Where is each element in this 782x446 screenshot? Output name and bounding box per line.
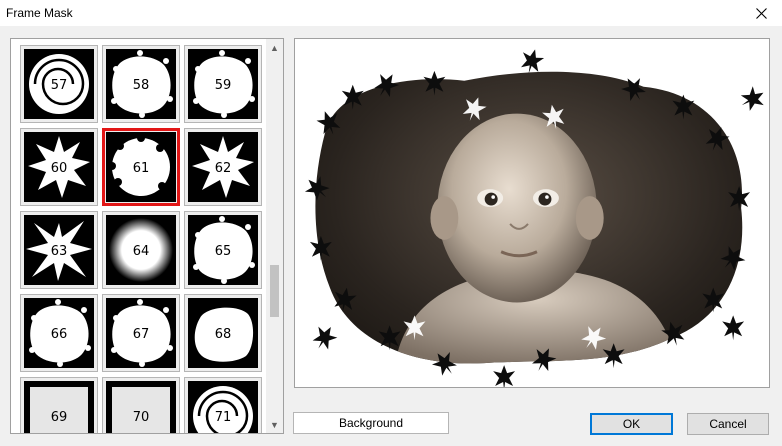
mask-thumbnail[interactable]: 69	[20, 377, 98, 433]
mask-thumbnail[interactable]: 66	[20, 294, 98, 372]
cancel-button[interactable]: Cancel	[687, 413, 769, 435]
mask-thumbnail[interactable]: 61	[102, 128, 180, 206]
mask-thumbnail[interactable]: 70	[102, 377, 180, 433]
mask-number: 59	[215, 78, 232, 93]
mask-number: 57	[51, 78, 68, 93]
scroll-thumb[interactable]	[270, 265, 279, 317]
mask-shape-icon: 58	[106, 49, 176, 119]
window-title: Frame Mask	[6, 6, 73, 20]
mask-number: 61	[133, 161, 150, 176]
mask-number: 65	[215, 244, 232, 259]
ok-button[interactable]: OK	[590, 413, 673, 435]
mask-number: 62	[215, 161, 232, 176]
mask-number: 63	[51, 244, 68, 259]
mask-thumbnail[interactable]: 64	[102, 211, 180, 289]
mask-shape-icon: 66	[24, 298, 94, 368]
mask-number: 60	[51, 161, 68, 176]
mask-number: 71	[215, 410, 232, 425]
mask-thumbnail[interactable]: 71	[184, 377, 262, 433]
mask-shape-icon: 67	[106, 298, 176, 368]
mask-number: 64	[133, 244, 150, 259]
mask-thumbnail[interactable]: 59	[184, 45, 262, 123]
scroll-track[interactable]	[266, 56, 283, 416]
mask-shape-icon: 71	[188, 381, 258, 433]
background-button[interactable]: Background	[293, 412, 449, 434]
title-bar: Frame Mask	[0, 0, 782, 26]
mask-shape-icon: 61	[106, 132, 176, 202]
mask-shape-icon: 59	[188, 49, 258, 119]
mask-thumbnail-grid: 57 58 59 60 61 62 63 64 65 66 67 68 69 70 71	[11, 39, 267, 433]
preview-image	[295, 39, 769, 387]
scroll-up-icon[interactable]: ▲	[266, 39, 283, 56]
mask-shape-icon: 70	[106, 381, 176, 433]
mask-number: 66	[51, 327, 68, 342]
mask-thumbnail[interactable]: 62	[184, 128, 262, 206]
mask-shape-icon: 64	[106, 215, 176, 285]
mask-gallery: 57 58 59 60 61 62 63 64 65 66 67 68 69 70 71 ▲ ▼	[10, 38, 284, 434]
mask-shape-icon: 68	[188, 298, 258, 368]
preview-pane	[294, 38, 770, 388]
mask-thumbnail[interactable]: 57	[20, 45, 98, 123]
gallery-scrollbar[interactable]: ▲ ▼	[266, 39, 283, 433]
mask-shape-icon: 60	[24, 132, 94, 202]
close-icon	[755, 7, 767, 19]
mask-shape-icon: 65	[188, 215, 258, 285]
mask-number: 58	[133, 78, 150, 93]
mask-shape-icon: 62	[188, 132, 258, 202]
mask-thumbnail[interactable]: 65	[184, 211, 262, 289]
mask-thumbnail[interactable]: 67	[102, 294, 180, 372]
mask-shape-icon: 57	[24, 49, 94, 119]
mask-shape-icon: 69	[24, 381, 94, 433]
close-button[interactable]	[740, 0, 782, 26]
scroll-down-icon[interactable]: ▼	[266, 416, 283, 433]
mask-thumbnail[interactable]: 68	[184, 294, 262, 372]
mask-number: 70	[133, 410, 150, 425]
mask-thumbnail[interactable]: 58	[102, 45, 180, 123]
mask-number: 69	[51, 410, 68, 425]
mask-number: 67	[133, 327, 150, 342]
mask-thumbnail[interactable]: 60	[20, 128, 98, 206]
mask-thumbnail[interactable]: 63	[20, 211, 98, 289]
mask-number: 68	[215, 327, 232, 342]
mask-shape-icon: 63	[24, 215, 94, 285]
